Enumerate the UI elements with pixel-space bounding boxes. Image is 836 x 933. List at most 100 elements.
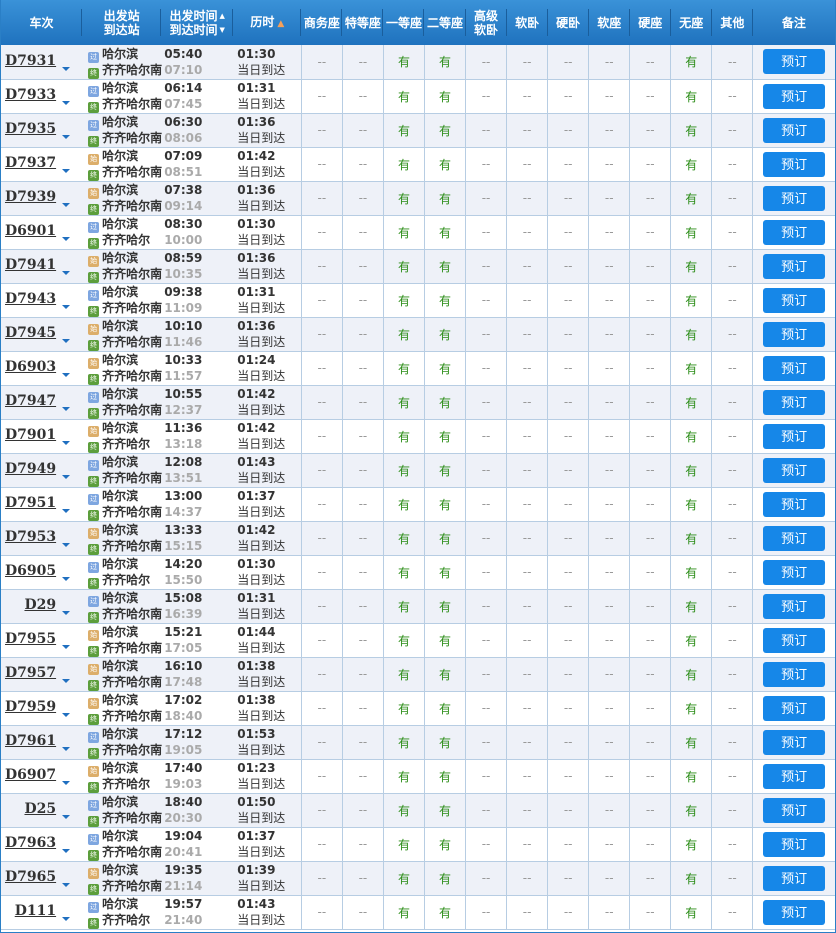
seat-standing-availability[interactable]: 有 bbox=[670, 79, 712, 114]
seat-first-class-availability[interactable]: 有 bbox=[382, 623, 425, 658]
seat-standing-availability[interactable]: 有 bbox=[670, 555, 712, 590]
expand-stops-icon[interactable] bbox=[62, 373, 71, 377]
seat-second-class-availability[interactable]: 有 bbox=[423, 487, 466, 522]
seat-first-class-availability[interactable]: 有 bbox=[382, 385, 425, 420]
seat-first-class-availability[interactable]: 有 bbox=[382, 725, 425, 760]
seat-standing-availability[interactable]: 有 bbox=[670, 623, 712, 658]
seat-second-class-availability[interactable]: 有 bbox=[423, 521, 466, 556]
book-button[interactable]: 预订 bbox=[763, 83, 826, 109]
seat-first-class-availability[interactable]: 有 bbox=[382, 351, 425, 386]
train-number-link[interactable]: D6901 bbox=[5, 223, 56, 239]
expand-stops-icon[interactable] bbox=[62, 713, 71, 717]
seat-second-class-availability[interactable]: 有 bbox=[423, 215, 466, 250]
seat-standing-availability[interactable]: 有 bbox=[670, 861, 712, 896]
seat-standing-availability[interactable]: 有 bbox=[670, 45, 712, 80]
seat-second-class-availability[interactable]: 有 bbox=[423, 147, 466, 182]
expand-stops-icon[interactable] bbox=[62, 679, 71, 683]
seat-first-class-availability[interactable]: 有 bbox=[382, 861, 425, 896]
header-times[interactable]: 出发时间 ▲ 到达时间 ▼ bbox=[161, 0, 234, 45]
train-number-link[interactable]: D7901 bbox=[5, 427, 56, 443]
sort-up-icon[interactable]: ▲ bbox=[220, 12, 225, 20]
expand-stops-icon[interactable] bbox=[62, 611, 71, 615]
book-button[interactable]: 预订 bbox=[763, 525, 826, 551]
seat-standing-availability[interactable]: 有 bbox=[670, 419, 712, 454]
seat-second-class-availability[interactable]: 有 bbox=[423, 419, 466, 454]
expand-stops-icon[interactable] bbox=[62, 66, 71, 71]
seat-second-class-availability[interactable]: 有 bbox=[423, 725, 466, 760]
seat-second-class-availability[interactable]: 有 bbox=[423, 895, 466, 930]
train-number-link[interactable]: D7949 bbox=[5, 461, 56, 477]
seat-standing-availability[interactable]: 有 bbox=[670, 759, 712, 794]
seat-first-class-availability[interactable]: 有 bbox=[382, 691, 425, 726]
expand-stops-icon[interactable] bbox=[62, 747, 71, 751]
expand-stops-icon[interactable] bbox=[62, 101, 71, 105]
expand-stops-icon[interactable] bbox=[62, 305, 71, 309]
seat-standing-availability[interactable]: 有 bbox=[670, 113, 712, 148]
seat-second-class-availability[interactable]: 有 bbox=[423, 623, 466, 658]
seat-standing-availability[interactable]: 有 bbox=[670, 725, 712, 760]
seat-second-class-availability[interactable]: 有 bbox=[423, 657, 466, 692]
book-button[interactable]: 预订 bbox=[763, 389, 826, 415]
seat-second-class-availability[interactable]: 有 bbox=[423, 793, 466, 828]
train-number-link[interactable]: D7933 bbox=[5, 87, 56, 103]
seat-first-class-availability[interactable]: 有 bbox=[382, 827, 425, 862]
train-number-link[interactable]: D7953 bbox=[5, 529, 56, 545]
seat-standing-availability[interactable]: 有 bbox=[670, 453, 712, 488]
book-button[interactable]: 预订 bbox=[763, 253, 826, 279]
seat-first-class-availability[interactable]: 有 bbox=[382, 181, 425, 216]
book-button[interactable]: 预订 bbox=[763, 491, 826, 517]
seat-standing-availability[interactable]: 有 bbox=[670, 385, 712, 420]
train-number-link[interactable]: D6903 bbox=[5, 359, 56, 375]
seat-first-class-availability[interactable]: 有 bbox=[382, 317, 425, 352]
seat-second-class-availability[interactable]: 有 bbox=[423, 385, 466, 420]
train-number-link[interactable]: D7941 bbox=[5, 257, 56, 273]
train-number-link[interactable]: D29 bbox=[24, 597, 56, 613]
header-arrival-time[interactable]: 到达时间 bbox=[170, 23, 218, 37]
seat-standing-availability[interactable]: 有 bbox=[670, 793, 712, 828]
seat-standing-availability[interactable]: 有 bbox=[670, 487, 712, 522]
seat-second-class-availability[interactable]: 有 bbox=[423, 113, 466, 148]
seat-standing-availability[interactable]: 有 bbox=[670, 691, 712, 726]
book-button[interactable]: 预订 bbox=[763, 49, 826, 75]
book-button[interactable]: 预订 bbox=[763, 729, 826, 755]
expand-stops-icon[interactable] bbox=[62, 271, 71, 275]
seat-standing-availability[interactable]: 有 bbox=[670, 215, 712, 250]
expand-stops-icon[interactable] bbox=[62, 917, 71, 921]
train-number-link[interactable]: D7935 bbox=[5, 121, 56, 137]
seat-first-class-availability[interactable]: 有 bbox=[382, 419, 425, 454]
expand-stops-icon[interactable] bbox=[62, 543, 71, 547]
seat-first-class-availability[interactable]: 有 bbox=[382, 793, 425, 828]
book-button[interactable]: 预订 bbox=[763, 355, 826, 381]
expand-stops-icon[interactable] bbox=[62, 781, 71, 785]
seat-second-class-availability[interactable]: 有 bbox=[423, 861, 466, 896]
train-number-link[interactable]: D7945 bbox=[5, 325, 56, 341]
header-duration[interactable]: 历时 ▲ bbox=[233, 0, 302, 45]
book-button[interactable]: 预订 bbox=[763, 865, 826, 891]
seat-first-class-availability[interactable]: 有 bbox=[382, 283, 425, 318]
seat-first-class-availability[interactable]: 有 bbox=[382, 589, 425, 624]
expand-stops-icon[interactable] bbox=[62, 203, 71, 207]
seat-standing-availability[interactable]: 有 bbox=[670, 181, 712, 216]
seat-second-class-availability[interactable]: 有 bbox=[423, 317, 466, 352]
seat-first-class-availability[interactable]: 有 bbox=[382, 555, 425, 590]
seat-first-class-availability[interactable]: 有 bbox=[382, 113, 425, 148]
expand-stops-icon[interactable] bbox=[62, 509, 71, 513]
book-button[interactable]: 预订 bbox=[763, 219, 826, 245]
train-number-link[interactable]: D111 bbox=[15, 903, 56, 919]
seat-standing-availability[interactable]: 有 bbox=[670, 351, 712, 386]
seat-standing-availability[interactable]: 有 bbox=[670, 521, 712, 556]
seat-standing-availability[interactable]: 有 bbox=[670, 589, 712, 624]
book-button[interactable]: 预订 bbox=[763, 797, 826, 823]
seat-first-class-availability[interactable]: 有 bbox=[382, 521, 425, 556]
seat-second-class-availability[interactable]: 有 bbox=[423, 555, 466, 590]
seat-second-class-availability[interactable]: 有 bbox=[423, 79, 466, 114]
book-button[interactable]: 预订 bbox=[763, 423, 826, 449]
seat-second-class-availability[interactable]: 有 bbox=[423, 181, 466, 216]
train-number-link[interactable]: D7961 bbox=[5, 733, 56, 749]
sort-ascending-icon[interactable]: ▲ bbox=[277, 19, 284, 29]
train-number-link[interactable]: D7939 bbox=[5, 189, 56, 205]
expand-stops-icon[interactable] bbox=[62, 135, 71, 139]
expand-stops-icon[interactable] bbox=[62, 237, 71, 241]
seat-first-class-availability[interactable]: 有 bbox=[382, 147, 425, 182]
seat-standing-availability[interactable]: 有 bbox=[670, 827, 712, 862]
